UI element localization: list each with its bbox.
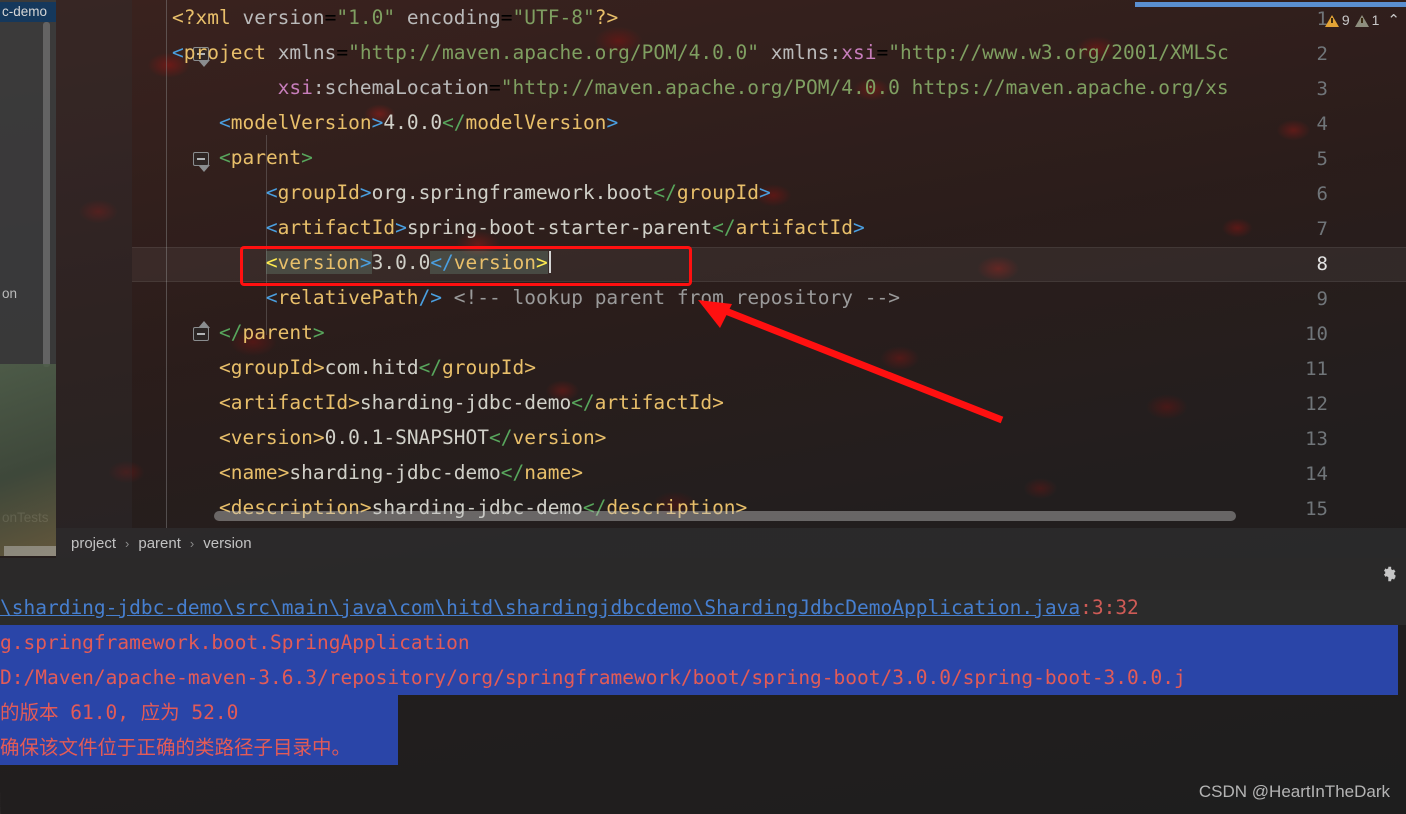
editor-horizontal-scrollbar[interactable] bbox=[214, 511, 1236, 521]
run-tool-window[interactable]: \sharding-jdbc-demo\src\main\java\com\hi… bbox=[0, 558, 1406, 814]
text-caret bbox=[549, 251, 551, 273]
console-toolbar[interactable] bbox=[0, 558, 1406, 590]
warning-triangle-grey-icon bbox=[1355, 14, 1369, 26]
project-tree-item-label: c-demo bbox=[2, 4, 47, 19]
code-line-14[interactable]: <name>sharding-jdbc-demo</name> bbox=[172, 455, 583, 490]
console-line-stacktrace-link[interactable]: \sharding-jdbc-demo\src\main\java\com\hi… bbox=[0, 590, 1406, 625]
code-line-11[interactable]: <groupId>com.hitd</groupId> bbox=[172, 350, 536, 385]
code-line-13[interactable]: <version>0.0.1-SNAPSHOT</version> bbox=[172, 420, 606, 455]
code-line-4[interactable]: <modelVersion>4.0.0</modelVersion> bbox=[172, 105, 618, 140]
ide-window: c-demo on onTests 1 2 3 4 5 6 7 8 9 10 1… bbox=[0, 0, 1406, 814]
panel-status-chip bbox=[4, 546, 56, 556]
chevron-up-icon[interactable]: ⌃ bbox=[1387, 11, 1400, 29]
error-count-indicator[interactable]: 9 bbox=[1325, 12, 1350, 28]
gear-icon[interactable] bbox=[1380, 565, 1398, 583]
console-output[interactable]: \sharding-jdbc-demo\src\main\java\com\hi… bbox=[0, 590, 1406, 814]
panel-wallpaper-overlay bbox=[0, 364, 56, 556]
warning-count-label: 1 bbox=[1372, 12, 1380, 28]
error-count-label: 9 bbox=[1342, 12, 1350, 28]
code-line-10[interactable]: </parent> bbox=[172, 315, 325, 350]
breadcrumb-separator-icon: › bbox=[125, 536, 129, 551]
watermark: CSDN @HeartInTheDark bbox=[1199, 782, 1390, 802]
project-panel-scrollbar[interactable] bbox=[43, 22, 50, 367]
code-line-12[interactable]: <artifactId>sharding-jdbc-demo</artifact… bbox=[172, 385, 724, 420]
warning-triangle-icon bbox=[1325, 14, 1339, 26]
console-line-3: D:/Maven/apache-maven-3.6.3/repository/o… bbox=[0, 660, 1186, 695]
project-tree-item-selected[interactable]: c-demo bbox=[0, 2, 56, 22]
inspection-widget[interactable]: 9 1 ⌃ bbox=[1325, 11, 1400, 29]
stacktrace-position: :3:32 bbox=[1080, 596, 1139, 619]
code-editor[interactable]: 1 2 3 4 5 6 7 8 9 10 11 12 13 14 15 <?xm… bbox=[56, 0, 1406, 528]
breadcrumb-item-project[interactable]: project bbox=[68, 534, 119, 553]
code-line-3[interactable]: xsi:schemaLocation="http://maven.apache.… bbox=[172, 70, 1229, 105]
stacktrace-file-link[interactable]: \sharding-jdbc-demo\src\main\java\com\hi… bbox=[0, 596, 1080, 619]
editor-gutter[interactable] bbox=[56, 0, 132, 528]
code-line-7[interactable]: <artifactId>spring-boot-starter-parent</… bbox=[172, 210, 865, 245]
breadcrumb-item-version[interactable]: version bbox=[200, 534, 254, 553]
console-line-5: 确保该文件位于正确的类路径子目录中。 bbox=[0, 730, 351, 765]
breadcrumb-separator-icon: › bbox=[190, 536, 194, 551]
breadcrumb[interactable]: project › parent › version bbox=[56, 528, 1406, 558]
code-line-1[interactable]: <?xml version="1.0" encoding="UTF-8"?> bbox=[172, 0, 618, 35]
breadcrumb-item-parent[interactable]: parent bbox=[135, 534, 184, 553]
code-line-6[interactable]: <groupId>org.springframework.boot</group… bbox=[172, 175, 771, 210]
code-text-area[interactable]: <?xml version="1.0" encoding="UTF-8"?> <… bbox=[172, 0, 1406, 528]
code-line-5[interactable]: <parent> bbox=[172, 140, 313, 175]
warning-count-indicator[interactable]: 1 bbox=[1355, 12, 1380, 28]
project-tool-window[interactable]: c-demo on onTests bbox=[0, 0, 56, 556]
console-line-4: 的版本 61.0, 应为 52.0 bbox=[0, 695, 238, 730]
code-line-8[interactable]: <version>3.0.0</version> bbox=[172, 245, 551, 280]
console-line-2: g.springframework.boot.SpringApplication bbox=[0, 625, 470, 660]
code-line-2[interactable]: <project xmlns="http://maven.apache.org/… bbox=[172, 35, 1229, 70]
project-tree-item-label: on bbox=[2, 286, 17, 301]
code-line-9[interactable]: <relativePath/> <!-- lookup parent from … bbox=[172, 280, 900, 315]
